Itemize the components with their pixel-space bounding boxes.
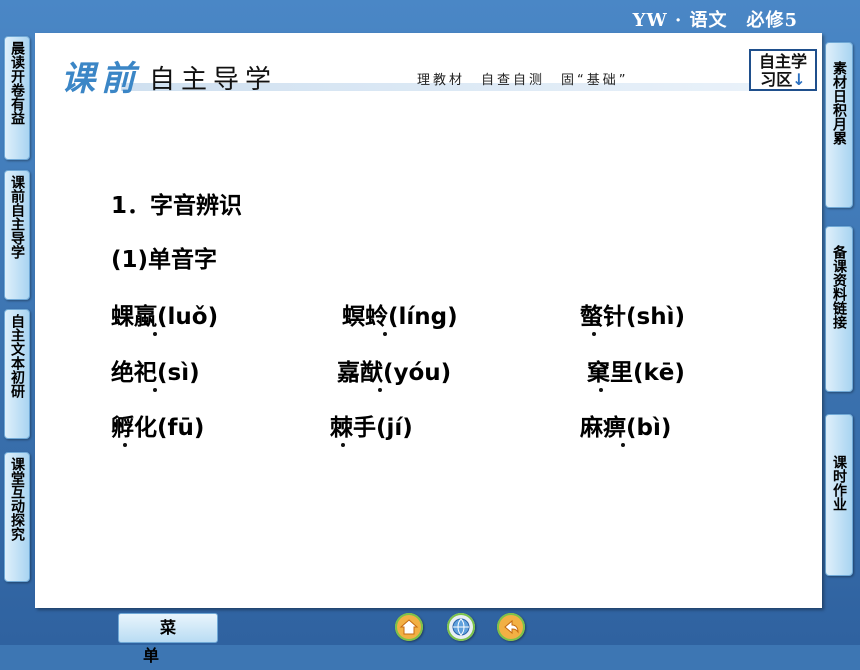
zone-badge-text: 习区 xyxy=(760,70,793,89)
word-item: 嘉猷(yóu) xyxy=(337,360,452,386)
nav-keshi-zuoye[interactable]: 课时作业 xyxy=(825,414,853,576)
nav-zizhu-wenben-chuyan[interactable]: 自主文本初研 xyxy=(4,309,30,439)
nav-ketang-hudong-tanjiu[interactable]: 课堂互动探究 xyxy=(4,452,30,582)
emphasis-dot xyxy=(153,332,157,336)
emphasis-dot xyxy=(383,332,387,336)
menu-button[interactable]: 菜单 xyxy=(118,613,218,665)
word-item: 螫针(shì) xyxy=(580,304,685,330)
word-item: 窠里(kē) xyxy=(587,360,685,386)
course-label: YW · 语文 必修5 xyxy=(632,10,798,31)
nav-label: 素材日积月累 xyxy=(831,61,847,145)
emphasis-dot xyxy=(153,388,157,392)
back-icon xyxy=(504,619,519,635)
word-item: 螟蛉(líng) xyxy=(342,304,458,330)
word-item: 麻痹(bì) xyxy=(580,415,672,441)
word-item: 绝祀(sì) xyxy=(111,360,200,386)
nav-label: 课时作业 xyxy=(831,455,847,511)
section-header: 课 前 自主导学 理教材 自查自测 固“基础” 自主学 习区↓ xyxy=(41,49,817,107)
content-panel: 课 前 自主导学 理教材 自查自测 固“基础” 自主学 习区↓ 1．字音辨识 (… xyxy=(35,33,822,608)
zone-badge[interactable]: 自主学 习区↓ xyxy=(749,49,817,91)
down-arrow-icon: ↓ xyxy=(792,70,806,89)
emphasis-dot xyxy=(592,332,596,336)
content-heading: 1．字音辨识 xyxy=(111,193,243,219)
word-item: 棘手(jí) xyxy=(330,415,413,441)
section-title: 自主导学 xyxy=(149,65,278,95)
web-button[interactable] xyxy=(447,613,475,641)
emphasis-dot xyxy=(378,388,382,392)
emphasis-dot xyxy=(621,443,625,447)
brush-char-ke: 课 xyxy=(61,59,95,99)
globe-icon xyxy=(452,618,470,636)
home-icon xyxy=(399,619,419,635)
section-subtitle: 理教材 自查自测 固“基础” xyxy=(417,73,629,88)
emphasis-dot xyxy=(123,443,127,447)
nav-label: 课前自主导学 xyxy=(9,175,25,259)
brush-char-qian: 前 xyxy=(101,59,135,99)
back-button[interactable] xyxy=(497,613,525,641)
word-item: 蜾蠃(luǒ) xyxy=(111,304,219,330)
nav-beike-ziliao-lianjie[interactable]: 备课资料链接 xyxy=(825,226,853,392)
emphasis-dot xyxy=(599,388,603,392)
nav-label: 晨读开卷有益 xyxy=(9,41,25,125)
nav-label: 自主文本初研 xyxy=(9,314,25,398)
emphasis-dot xyxy=(341,443,345,447)
nav-label: 备课资料链接 xyxy=(831,245,847,329)
content-subheading: (1)单音字 xyxy=(111,247,218,273)
nav-label: 课堂互动探究 xyxy=(9,457,25,541)
nav-chendu-kaijuan-youyi[interactable]: 晨读开卷有益 xyxy=(4,36,30,160)
home-button[interactable] xyxy=(395,613,423,641)
nav-keqian-zizhu-daoxue[interactable]: 课前自主导学 xyxy=(4,170,30,300)
zone-badge-line2: 习区↓ xyxy=(751,71,815,89)
nav-sucai-riji-yuelei[interactable]: 素材日积月累 xyxy=(825,42,853,208)
zone-badge-line1: 自主学 xyxy=(758,52,807,71)
word-item: 孵化(fū) xyxy=(111,415,205,441)
